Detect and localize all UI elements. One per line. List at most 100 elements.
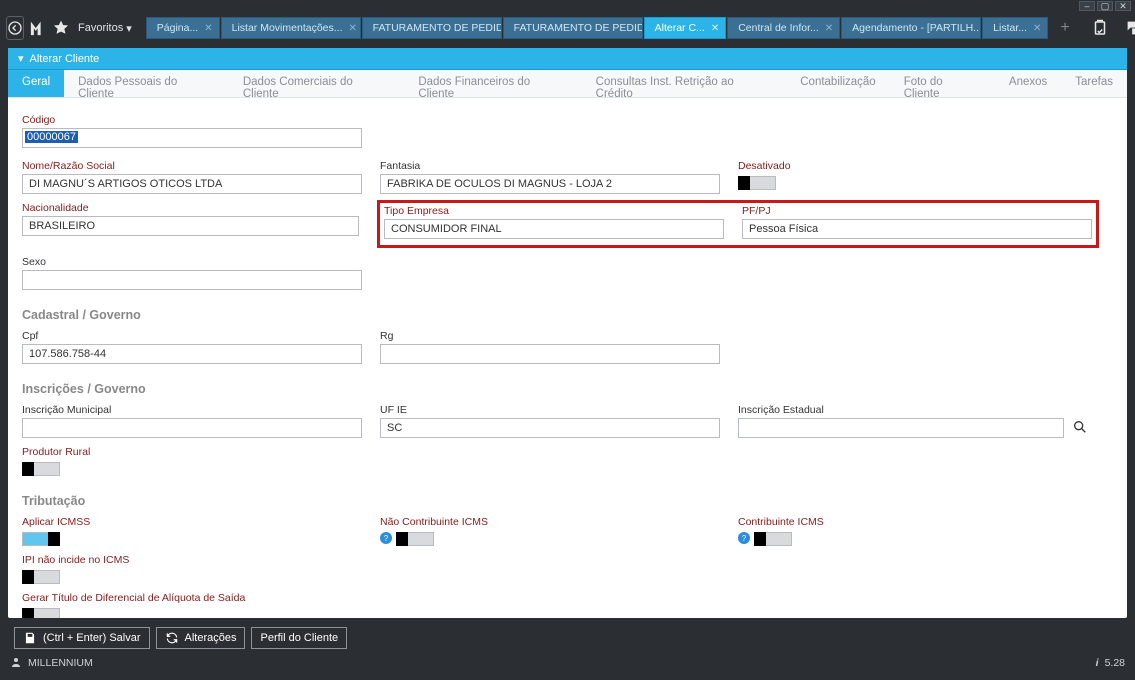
top-tab[interactable]: Agendamento - [PARTILH...✕ bbox=[841, 17, 981, 39]
top-tab[interactable]: Página... ✕ bbox=[146, 17, 220, 39]
save-button-label: (Ctrl + Enter) Salvar bbox=[43, 632, 141, 644]
sexo-label: Sexo bbox=[22, 256, 362, 268]
nome-field[interactable] bbox=[22, 174, 362, 194]
section-inscricoes: Inscrições / Governo bbox=[22, 382, 1099, 396]
inner-tab[interactable]: Geral bbox=[8, 70, 64, 97]
top-tab-label: Alterar C... bbox=[655, 22, 705, 34]
top-tab-label: FATURAMENTO DE PEDIDO... bbox=[514, 22, 643, 34]
cpf-label: Cpf bbox=[22, 330, 362, 342]
perfil-button[interactable]: Perfil do Cliente bbox=[251, 627, 347, 649]
nao-contrib-toggle[interactable] bbox=[396, 532, 434, 546]
section-cadastral: Cadastral / Governo bbox=[22, 308, 1099, 322]
chevron-down-icon: ▾ bbox=[126, 22, 132, 35]
insc-est-label: Inscrição Estadual bbox=[738, 404, 1088, 416]
produtor-rural-toggle[interactable] bbox=[22, 462, 60, 476]
rg-field[interactable] bbox=[380, 344, 720, 364]
status-version: 5.28 bbox=[1105, 657, 1125, 669]
inner-tab[interactable]: Anexos bbox=[995, 70, 1061, 97]
close-icon[interactable]: ✕ bbox=[349, 23, 357, 34]
top-tab-label: Listar... bbox=[993, 22, 1027, 34]
form-area[interactable]: Código 00000067 Nome/Razão Social Fantas… bbox=[8, 98, 1127, 618]
perfil-button-label: Perfil do Cliente bbox=[260, 632, 338, 644]
top-tab-label: Listar Movimentações... bbox=[232, 22, 343, 34]
tipo-empresa-select[interactable]: CONSUMIDOR FINAL bbox=[384, 219, 724, 239]
inner-tab[interactable]: Consultas Inst. Retrição ao Crédito bbox=[582, 70, 787, 97]
fantasia-field[interactable] bbox=[380, 174, 720, 194]
aplicar-icms-toggle[interactable] bbox=[22, 532, 60, 546]
window-maximize-button[interactable]: ▢ bbox=[1097, 1, 1113, 11]
refresh-icon bbox=[165, 631, 179, 645]
inner-tab[interactable]: Dados Pessoais do Cliente bbox=[64, 70, 229, 97]
ufie-label: UF IE bbox=[380, 404, 720, 416]
info-icon: i bbox=[1096, 657, 1099, 669]
add-tab-button[interactable]: + bbox=[1052, 19, 1077, 37]
close-icon[interactable]: ✕ bbox=[204, 23, 212, 34]
top-tab[interactable]: FATURAMENTO DE PEDIDO...✕ bbox=[503, 17, 643, 39]
clipboard-icon[interactable] bbox=[1088, 16, 1112, 40]
bottom-toolbar: (Ctrl + Enter) Salvar Alterações Perfil … bbox=[8, 624, 1127, 652]
chevron-down-icon: ▾ bbox=[18, 52, 24, 65]
inner-tab[interactable]: Tarefas bbox=[1061, 70, 1127, 97]
app-logo-icon[interactable] bbox=[28, 16, 48, 40]
top-tab-label: Página... bbox=[157, 22, 198, 34]
nacionalidade-label: Nacionalidade bbox=[22, 202, 359, 214]
window-minimize-button[interactable]: – bbox=[1079, 1, 1095, 11]
inner-tab[interactable]: Dados Comerciais do Cliente bbox=[229, 70, 404, 97]
panel-titlebar[interactable]: ▾ Alterar Cliente bbox=[8, 48, 1127, 70]
top-tab-label: Central de Infor... bbox=[738, 22, 819, 34]
top-tab[interactable]: Alterar C... ✕ bbox=[644, 17, 727, 39]
produtor-rural-label: Produtor Rural bbox=[22, 446, 362, 458]
gerar-titulo-toggle[interactable] bbox=[22, 608, 60, 618]
top-tab[interactable]: FATURAMENTO DE PEDIDO...✕ bbox=[362, 17, 502, 39]
search-icon[interactable] bbox=[1072, 419, 1088, 438]
inner-tab[interactable]: Contabilização bbox=[786, 70, 889, 97]
window-titlebar: – ▢ ✕ bbox=[0, 0, 1135, 12]
save-button[interactable]: (Ctrl + Enter) Salvar bbox=[14, 627, 150, 649]
favorites-dropdown[interactable]: Favoritos ▾ bbox=[74, 22, 136, 35]
section-tributacao: Tributação bbox=[22, 494, 1099, 508]
codigo-label: Código bbox=[22, 114, 362, 126]
top-tab[interactable]: Listar Movimentações... ✕ bbox=[221, 17, 361, 39]
alteracoes-button[interactable]: Alterações bbox=[156, 627, 246, 649]
favorites-label: Favoritos bbox=[78, 22, 123, 34]
top-tab-label: FATURAMENTO DE PEDIDO... bbox=[373, 22, 502, 34]
ipi-toggle[interactable] bbox=[22, 570, 60, 584]
cpf-field[interactable] bbox=[22, 344, 362, 364]
close-icon[interactable]: ✕ bbox=[825, 23, 833, 34]
contrib-label: Contribuinte ICMS bbox=[738, 516, 1088, 528]
star-icon[interactable] bbox=[52, 16, 70, 40]
top-tab-label: Agendamento - [PARTILH... bbox=[852, 22, 981, 34]
top-tab[interactable]: Central de Infor... ✕ bbox=[727, 17, 840, 39]
desativado-toggle[interactable] bbox=[738, 176, 776, 190]
inner-tab[interactable]: Dados Financeiros do Cliente bbox=[404, 70, 581, 97]
pfpj-label: PF/PJ bbox=[742, 205, 1092, 217]
window-close-button[interactable]: ✕ bbox=[1115, 1, 1131, 11]
codigo-field[interactable]: 00000067 bbox=[22, 128, 362, 148]
close-icon[interactable]: ✕ bbox=[1033, 23, 1041, 34]
contrib-toggle[interactable] bbox=[754, 532, 792, 546]
sexo-select[interactable] bbox=[22, 270, 362, 290]
status-user: MILLENNIUM bbox=[28, 657, 93, 669]
inner-tab[interactable]: Foto do Cliente bbox=[890, 70, 995, 97]
pfpj-select[interactable]: Pessoa Física bbox=[742, 219, 1092, 239]
insc-est-field[interactable] bbox=[738, 418, 1064, 438]
alteracoes-button-label: Alterações bbox=[185, 632, 237, 644]
info-icon[interactable]: ? bbox=[380, 532, 392, 544]
top-tab[interactable]: Listar... ✕ bbox=[982, 17, 1048, 39]
back-button[interactable] bbox=[6, 16, 24, 40]
rg-label: Rg bbox=[380, 330, 720, 342]
user-icon bbox=[10, 656, 22, 671]
fantasia-label: Fantasia bbox=[380, 160, 720, 172]
close-icon[interactable]: ✕ bbox=[711, 23, 719, 34]
info-icon[interactable]: ? bbox=[738, 532, 750, 544]
gerar-titulo-label: Gerar Título de Diferencial de Alíquota … bbox=[22, 592, 522, 604]
ipi-label: IPI não incide no ICMS bbox=[22, 554, 362, 566]
save-icon bbox=[23, 631, 37, 645]
highlight-box: Tipo Empresa CONSUMIDOR FINAL PF/PJ Pess… bbox=[377, 200, 1099, 248]
ufie-select[interactable]: SC bbox=[380, 418, 720, 438]
chat-icon[interactable] bbox=[1122, 16, 1135, 40]
nacionalidade-select[interactable]: BRASILEIRO bbox=[22, 216, 359, 236]
insc-mun-field[interactable] bbox=[22, 418, 362, 438]
tipo-empresa-label: Tipo Empresa bbox=[384, 205, 724, 217]
tab-strip: Página... ✕ Listar Movimentações... ✕ FATURA… bbox=[146, 17, 1049, 39]
